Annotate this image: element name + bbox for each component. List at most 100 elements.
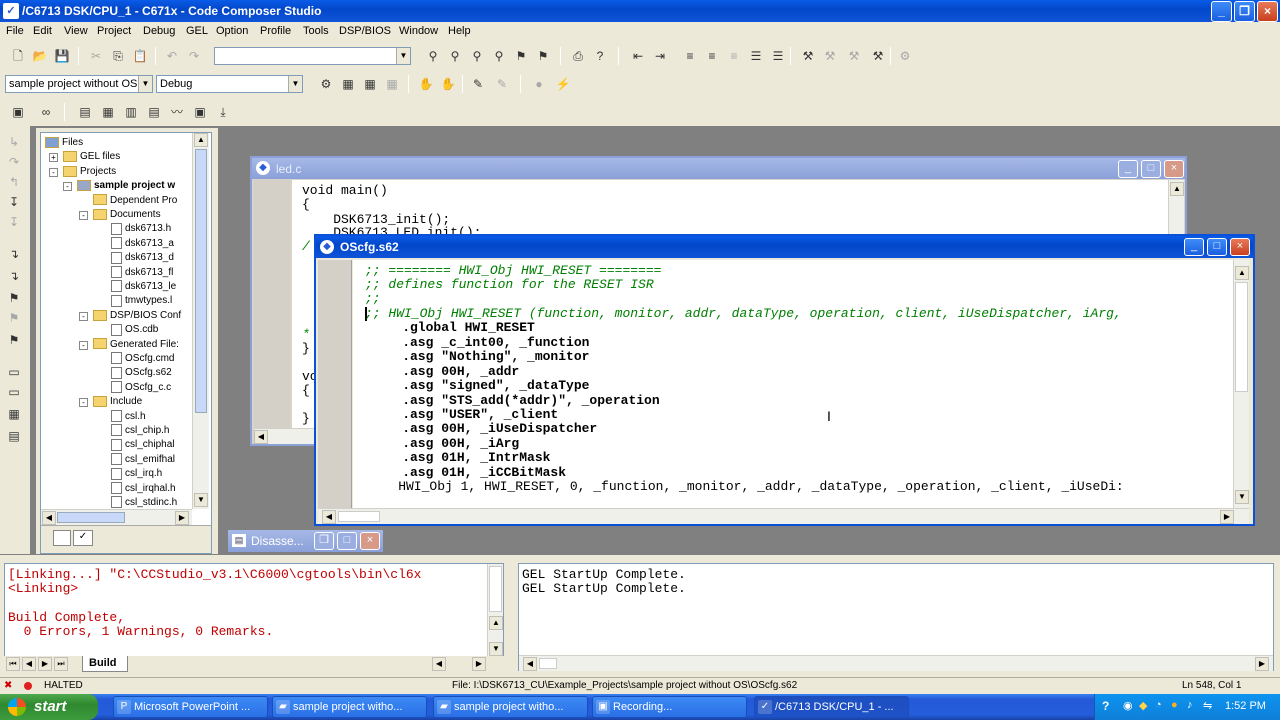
stop-build-icon[interactable]: ⚒	[846, 48, 862, 64]
undo-icon[interactable]: ↶	[164, 48, 180, 64]
scroll-right-icon[interactable]: ▶	[472, 657, 486, 671]
build-config-select[interactable]: Debug ▼	[156, 75, 303, 93]
scroll-thumb[interactable]	[195, 149, 207, 413]
scroll-right-icon[interactable]: ▶	[175, 511, 189, 525]
run-to-cursor-icon[interactable]: ↧	[6, 194, 22, 210]
stdout-pane[interactable]: GEL StartUp Complete. GEL StartUp Comple…	[518, 563, 1274, 671]
scroll-up-icon[interactable]: ▲	[1170, 182, 1184, 196]
scroll-down-icon[interactable]: ▼	[1235, 490, 1249, 504]
open-file-icon[interactable]: 📂	[32, 48, 48, 64]
compile-icon[interactable]: ⚙	[318, 76, 334, 92]
scroll-down-icon[interactable]: ▼	[194, 493, 208, 507]
close-button[interactable]: ×	[1164, 160, 1184, 178]
run-icon[interactable]: ●	[531, 76, 547, 92]
print-icon[interactable]: ⎙	[570, 48, 586, 64]
prev-bookmark-icon[interactable]: ≡	[726, 48, 742, 64]
prev-tab-icon[interactable]: ◀	[22, 657, 36, 671]
profile-icon[interactable]: ⚙	[897, 48, 913, 64]
usb-tray-icon[interactable]: ⇋	[1203, 699, 1212, 712]
step-out-icon[interactable]: ↰	[6, 174, 22, 190]
glasses-icon[interactable]: ∞	[38, 104, 54, 120]
app-tray-icon[interactable]: ◆	[1139, 699, 1147, 712]
app-title-bar[interactable]: ✓ /C6713 DSK/CPU_1 - C671x - Code Compos…	[0, 0, 1280, 22]
first-tab-icon[interactable]: ⏮	[6, 657, 20, 671]
tree-vertical-scrollbar[interactable]: ▲ ▼	[192, 133, 209, 509]
rebuild-all-icon[interactable]: ▦	[362, 76, 378, 92]
scroll-down-icon[interactable]: ▼	[489, 642, 503, 656]
command-window-icon[interactable]: ▤	[6, 428, 22, 444]
build-all-icon[interactable]: ⚒	[822, 48, 838, 64]
bookmark-list-icon[interactable]: ☰	[748, 48, 764, 64]
menu-debug[interactable]: Debug	[143, 25, 175, 37]
taskbar-item-folder-1[interactable]: ▰ sample project witho...	[272, 696, 427, 718]
halt-build-icon[interactable]: ▦	[384, 76, 400, 92]
scroll-thumb[interactable]	[489, 566, 502, 612]
disassembly-icon[interactable]: ▤	[146, 104, 162, 120]
asm-step-over-icon[interactable]: ↴	[6, 268, 22, 284]
scroll-thumb[interactable]	[1235, 282, 1248, 392]
speaker-tray-icon[interactable]: ♪	[1187, 699, 1193, 711]
scroll-up-icon[interactable]: ▲	[194, 133, 208, 147]
toggle-bookmark-icon[interactable]: ≡	[682, 48, 698, 64]
pin-icon[interactable]: ⤓	[215, 104, 231, 120]
scroll-thumb[interactable]	[57, 512, 125, 523]
toggle-breakpoint-icon[interactable]: ✋	[440, 76, 456, 92]
outdent-icon[interactable]: ⇥	[652, 48, 668, 64]
watch-icon[interactable]: ▣	[10, 104, 26, 120]
new-file-icon[interactable]: 🗋	[10, 48, 26, 64]
volume-tray-icon[interactable]: ◔	[1155, 699, 1162, 711]
collapse-icon[interactable]: -	[49, 167, 58, 177]
last-tab-icon[interactable]: ⏭	[54, 657, 68, 671]
taskbar-item-ccs[interactable]: ✓/C6713 DSK/CPU_1 - ...	[754, 696, 909, 718]
build-icon[interactable]: ⚒	[800, 48, 816, 64]
scroll-left-icon[interactable]: ◀	[432, 657, 446, 671]
menu-file[interactable]: File	[6, 25, 24, 37]
find-in-files-icon[interactable]: ⚲	[491, 48, 507, 64]
menu-profile[interactable]: Profile	[260, 25, 291, 37]
find-combo[interactable]: ▼	[214, 47, 411, 65]
menu-project[interactable]: Project	[97, 25, 131, 37]
minimize-button[interactable]: _	[1184, 238, 1204, 256]
memory-window-icon[interactable]: ▭	[6, 364, 22, 380]
scroll-up-icon[interactable]: ▲	[489, 616, 503, 630]
bookmark-next-icon[interactable]: ⚑	[535, 48, 551, 64]
find-prev-icon[interactable]: ⚲	[469, 48, 485, 64]
close-button[interactable]: ×	[1230, 238, 1250, 256]
variables-icon[interactable]: ▥	[123, 104, 139, 120]
menu-view[interactable]: View	[64, 25, 88, 37]
build-output-pane[interactable]: [Linking...] "C:\CCStudio_v3.1\C6000\cgt…	[4, 563, 504, 671]
menu-help[interactable]: Help	[448, 25, 471, 37]
run-icon[interactable]: ⚑	[6, 290, 22, 306]
probe-point-icon[interactable]: ✎	[470, 76, 486, 92]
incremental-build-icon[interactable]: ▦	[340, 76, 356, 92]
scroll-left-icon[interactable]: ◀	[254, 430, 268, 444]
animate-icon[interactable]: ⚡	[555, 76, 571, 92]
hand-icon[interactable]: ✋	[418, 76, 434, 92]
maximize-button[interactable]: □	[1141, 160, 1161, 178]
asm-step-into-icon[interactable]: ↴	[6, 246, 22, 262]
rebuild-icon[interactable]: ⚒	[870, 48, 886, 64]
scroll-left-icon[interactable]: ◀	[322, 510, 336, 524]
scroll-thumb[interactable]	[539, 658, 557, 669]
collapse-icon[interactable]: -	[79, 398, 88, 408]
file-view-tab[interactable]	[53, 530, 71, 546]
scroll-thumb[interactable]	[338, 511, 380, 522]
menu-window[interactable]: Window	[399, 25, 438, 37]
taskbar-item-folder-2[interactable]: ▰ sample project witho...	[433, 696, 588, 718]
oscfg-vertical-scrollbar[interactable]: ▲ ▼	[1233, 260, 1249, 508]
oscfg-code-area[interactable]: ;; ======== HWI_Obj HWI_RESET ======== ;…	[353, 260, 1233, 510]
collapse-icon[interactable]: -	[79, 211, 88, 220]
step-over-icon[interactable]: ↷	[6, 154, 22, 170]
scroll-left-icon[interactable]: ◀	[523, 657, 537, 671]
menu-edit[interactable]: Edit	[33, 25, 52, 37]
chevron-down-icon[interactable]: ▼	[288, 76, 302, 92]
maximize-button[interactable]: □	[337, 532, 357, 550]
restore-button[interactable]: ❐	[1234, 1, 1255, 22]
oscfg-editor-window[interactable]: ◆ OScfg.s62 _ □ × ;; ======== HWI_Obj HW…	[314, 234, 1255, 526]
graph-icon[interactable]: 〰	[169, 104, 185, 120]
register-window-icon[interactable]: ▭	[6, 384, 22, 400]
scroll-right-icon[interactable]: ▶	[1255, 657, 1269, 671]
minimize-button[interactable]: _	[1118, 160, 1138, 178]
collapse-icon[interactable]: -	[63, 182, 72, 192]
find-icon[interactable]: ⚲	[425, 48, 441, 64]
